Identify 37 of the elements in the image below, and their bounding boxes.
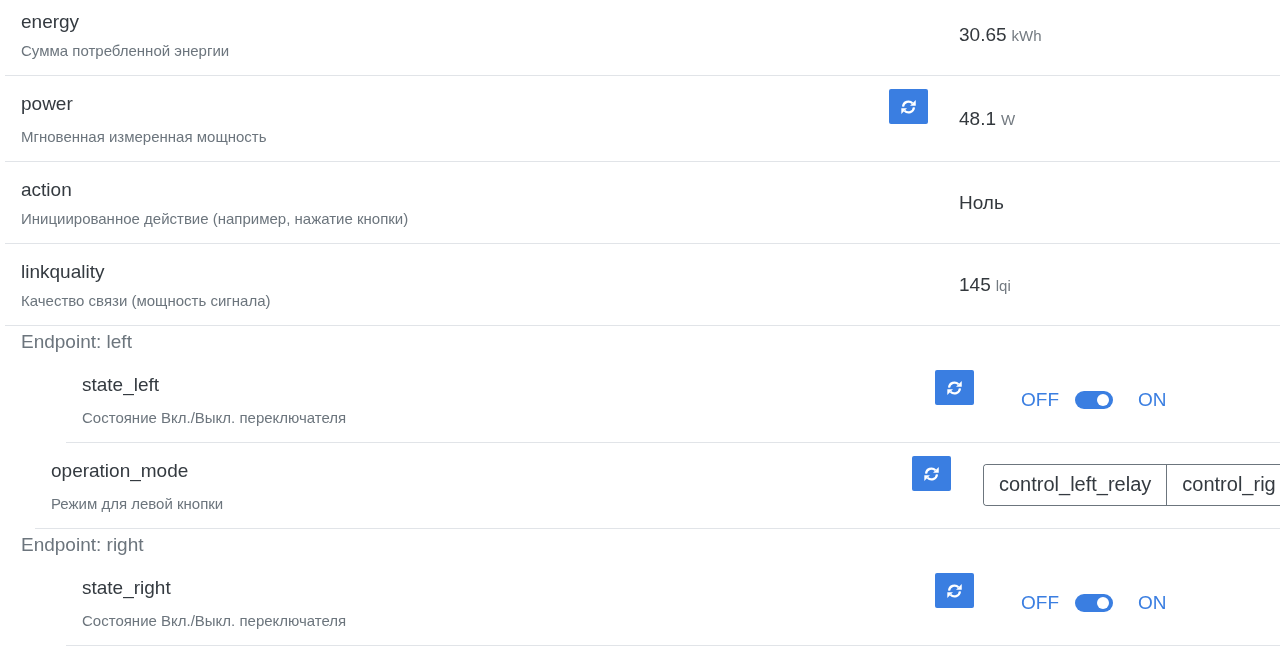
- feature-description: Инициированное действие (например, нажатие кнопки): [21, 209, 409, 229]
- feature-description: Мгновенная измеренная мощность: [21, 127, 267, 147]
- on-button[interactable]: ON: [1138, 388, 1167, 411]
- value-text: 30.65: [959, 23, 1007, 46]
- refresh-button[interactable]: [912, 456, 951, 491]
- feature-name: energy: [21, 10, 80, 34]
- feature-name: power: [21, 92, 73, 116]
- feature-name: linkquality: [21, 260, 105, 284]
- unit-text: kWh: [1011, 27, 1042, 44]
- endpoint-label: Endpoint: right: [21, 534, 144, 555]
- value-text: 48.1: [959, 107, 996, 130]
- off-button[interactable]: OFF: [1021, 591, 1059, 614]
- refresh-button[interactable]: [889, 89, 928, 124]
- toggle-switch[interactable]: [1075, 593, 1113, 612]
- feature-description: Состояние Вкл./Выкл. переключателя: [82, 611, 347, 631]
- toggle-switch[interactable]: [1075, 390, 1113, 409]
- endpoint-label: Endpoint: left: [21, 331, 132, 352]
- feature-description: Качество связи (мощность сигнала): [21, 291, 271, 311]
- refresh-icon: [924, 466, 939, 481]
- feature-description: Режим для левой кнопки: [51, 494, 224, 514]
- feature-name: action: [21, 178, 72, 202]
- feature-description: Состояние Вкл./Выкл. переключателя: [82, 408, 347, 428]
- feature-description: Сумма потребленной энергии: [21, 41, 230, 61]
- refresh-icon: [947, 380, 962, 395]
- feature-name: state_left: [82, 373, 160, 398]
- feature-name: operation_mode: [51, 459, 189, 484]
- unit-text: lqi: [995, 277, 1011, 294]
- unit-text: W: [1001, 111, 1016, 128]
- refresh-icon: [901, 99, 916, 114]
- value-text: Ноль: [959, 191, 1004, 214]
- refresh-button[interactable]: [935, 573, 974, 608]
- refresh-button[interactable]: [935, 370, 974, 405]
- on-button[interactable]: ON: [1138, 591, 1167, 614]
- feature-name: state_right: [82, 576, 171, 601]
- value-text: 145: [959, 273, 991, 296]
- refresh-icon: [947, 583, 962, 598]
- off-button[interactable]: OFF: [1021, 388, 1059, 411]
